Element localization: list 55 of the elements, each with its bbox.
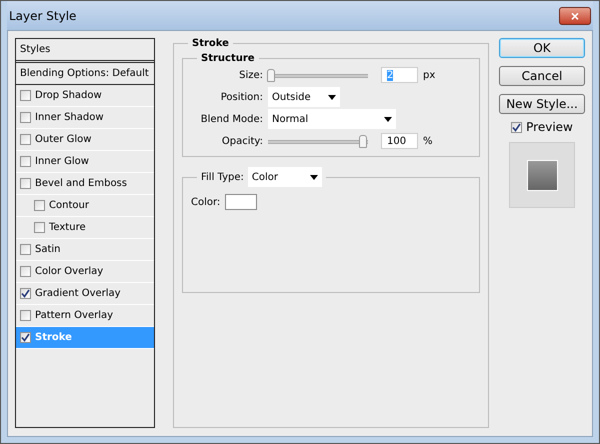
field-label: Size:: [238, 70, 263, 80]
opacity-field[interactable]: 100: [381, 133, 418, 149]
checkmark-icon: [512, 122, 522, 132]
caret-icon: [384, 116, 392, 122]
style-item[interactable]: Inner Glow: [35, 156, 89, 167]
style-item[interactable]: Bevel and Emboss: [35, 178, 127, 189]
checkbox[interactable]: [34, 200, 45, 211]
style-item[interactable]: Color Overlay: [35, 266, 104, 277]
window-title: Layer Style: [9, 8, 76, 22]
checkmark-icon: [21, 333, 30, 342]
dialog-button[interactable]: OK: [499, 38, 585, 58]
blend-mode-dropdown[interactable]: Normal: [268, 109, 396, 129]
preview-label[interactable]: Preview: [526, 120, 573, 134]
slider-thumb[interactable]: [267, 68, 275, 82]
style-item[interactable]: Gradient Overlay: [35, 288, 121, 299]
field-label: Opacity:: [220, 136, 263, 146]
unit-label: %: [423, 136, 433, 146]
style-item[interactable]: Drop Shadow: [35, 90, 102, 101]
preview-swatch: [526, 160, 558, 190]
checkbox[interactable]: [20, 90, 31, 101]
field-label: Fill Type:: [201, 172, 244, 182]
checkbox[interactable]: [511, 122, 522, 132]
position-dropdown[interactable]: Outside: [268, 87, 340, 107]
style-item[interactable]: Satin: [35, 244, 61, 255]
checkbox[interactable]: [20, 332, 31, 343]
checkbox[interactable]: [20, 156, 31, 167]
group-title: Structure: [200, 53, 256, 64]
style-item[interactable]: Blending Options: Default: [20, 68, 149, 79]
checkbox[interactable]: [20, 178, 31, 189]
unit-label: px: [423, 70, 436, 80]
checkbox[interactable]: [20, 134, 31, 145]
style-item[interactable]: Inner Shadow: [35, 112, 104, 123]
checkbox[interactable]: [20, 288, 31, 299]
checkbox[interactable]: [20, 266, 31, 277]
caret-icon: [328, 94, 336, 100]
checkbox[interactable]: [20, 244, 31, 255]
style-item[interactable]: Contour: [49, 200, 89, 211]
style-item[interactable]: Pattern Overlay: [35, 310, 114, 321]
caret-icon: [310, 174, 318, 180]
color-swatch[interactable]: [225, 194, 258, 210]
slider-thumb[interactable]: [359, 134, 367, 148]
style-item[interactable]: Texture: [49, 222, 86, 233]
style-item[interactable]: Outer Glow: [35, 134, 92, 145]
field-label: Color:: [191, 196, 220, 208]
fill-type-dropdown[interactable]: Color: [248, 167, 322, 187]
checkmark-icon: [21, 289, 30, 298]
field-label: Blend Mode:: [200, 114, 263, 124]
group-title: Stroke: [191, 38, 230, 49]
checkbox[interactable]: [20, 112, 31, 123]
field-label: Position:: [220, 92, 263, 102]
dialog-button[interactable]: New Style...: [499, 94, 585, 114]
dialog-button[interactable]: Cancel: [499, 66, 585, 86]
checkbox[interactable]: [34, 222, 45, 233]
styles-header: Styles: [20, 44, 50, 55]
checkbox[interactable]: [20, 310, 31, 321]
